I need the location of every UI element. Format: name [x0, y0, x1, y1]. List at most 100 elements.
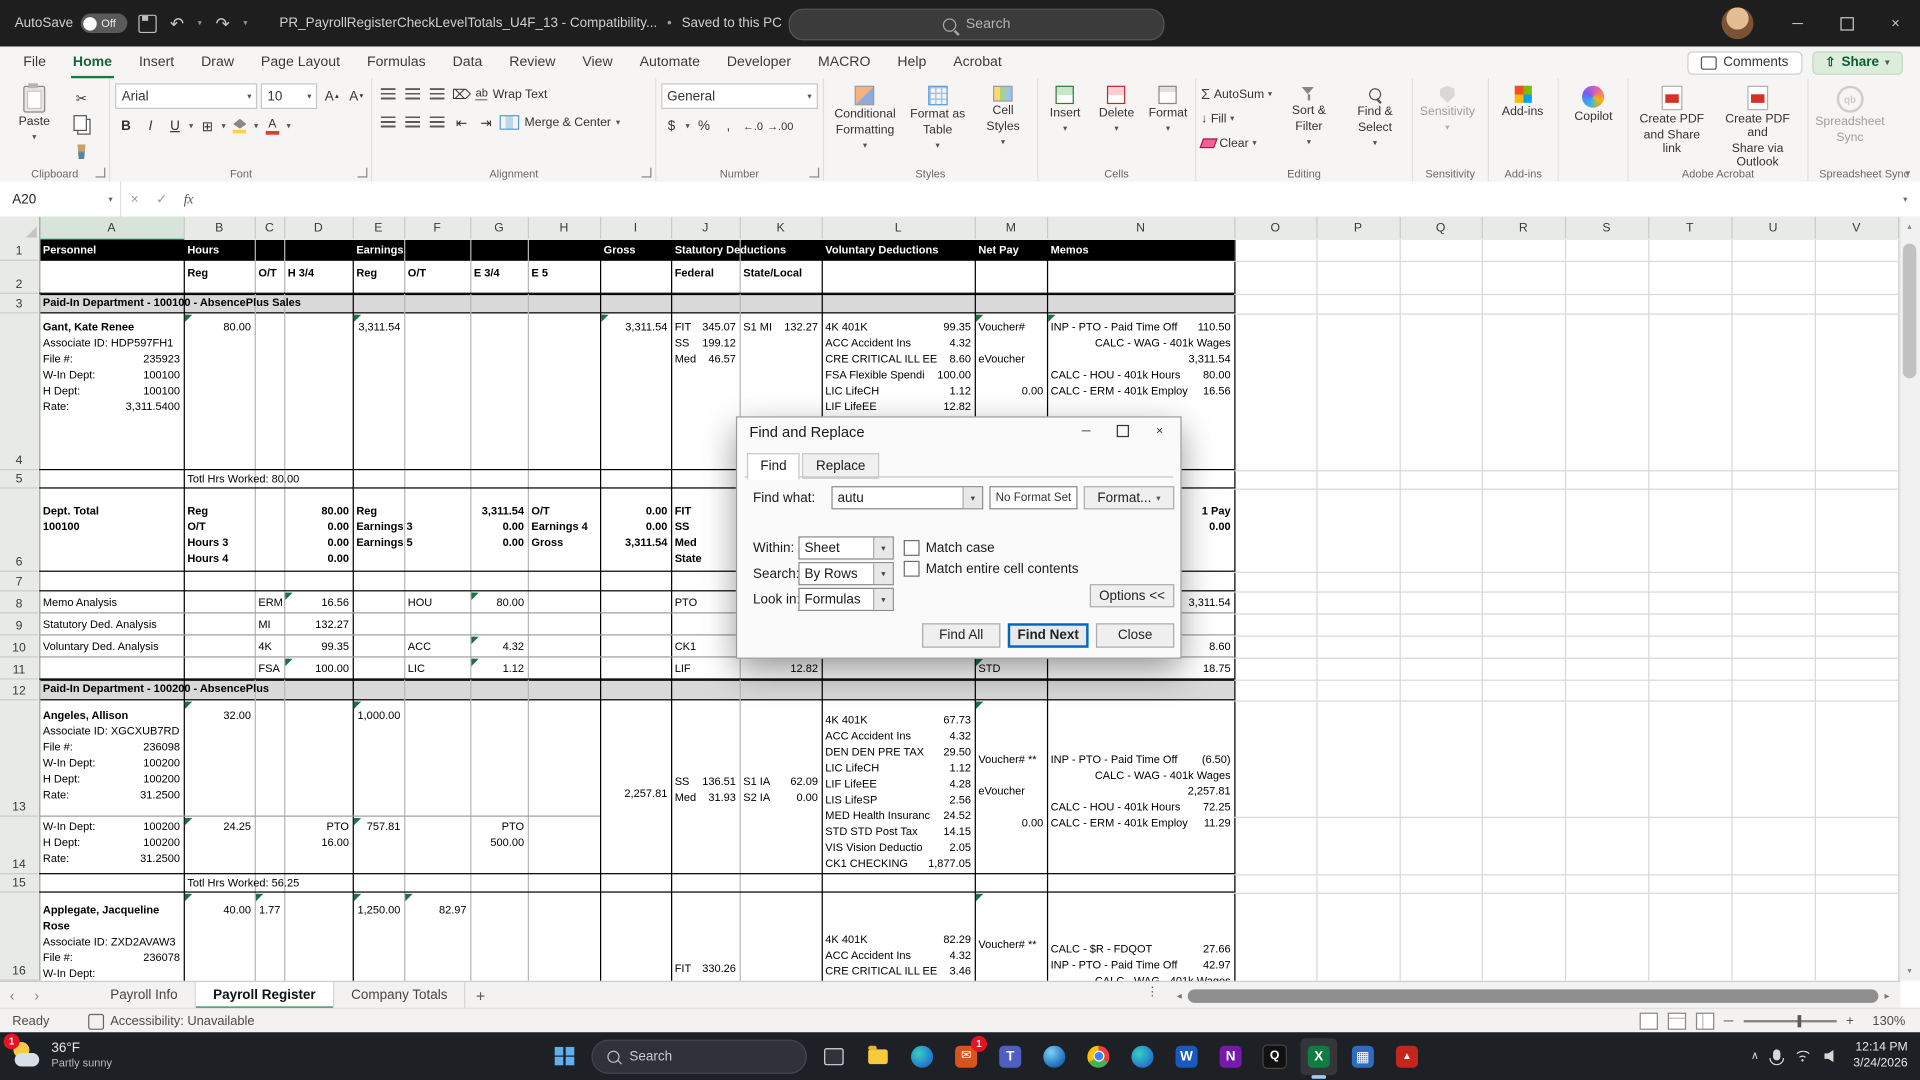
- cell-M11[interactable]: STD: [975, 658, 1047, 680]
- cell-E13[interactable]: 1,000.00: [353, 700, 404, 816]
- onenote-icon[interactable]: N: [1212, 1038, 1249, 1075]
- percent-format-button[interactable]: %: [694, 115, 715, 137]
- cell-M16[interactable]: Voucher# **: [975, 893, 1047, 981]
- row-header-5[interactable]: 5: [0, 470, 38, 488]
- sort-filter-button[interactable]: Sort &Filter▾: [1280, 83, 1339, 149]
- zoom-out-button[interactable]: ─: [1724, 1014, 1734, 1029]
- file-explorer-icon[interactable]: [860, 1038, 897, 1075]
- column-header-H[interactable]: H: [528, 217, 601, 239]
- undo-button[interactable]: ↶: [167, 13, 186, 34]
- cell-L16[interactable]: 4K 401K82.29ACC Accident Ins4.32CRE CRIT…: [822, 893, 975, 981]
- accessibility-status[interactable]: Accessibility: Unavailable: [88, 1013, 254, 1029]
- dialog-minimize-button[interactable]: ─: [1068, 420, 1105, 442]
- cell-N11[interactable]: 18.75: [1047, 658, 1234, 680]
- italic-button[interactable]: I: [140, 115, 161, 137]
- row-header-2[interactable]: 2: [0, 261, 38, 294]
- cell-B14[interactable]: 24.25: [184, 817, 255, 875]
- scroll-right-icon[interactable]: ▸: [1881, 990, 1893, 1001]
- font-dialog-launcher[interactable]: [358, 168, 368, 178]
- sheet-tab-payroll-register[interactable]: Payroll Register: [196, 982, 334, 1009]
- sheet-tab-payroll-info[interactable]: Payroll Info: [93, 982, 196, 1009]
- row-header-9[interactable]: 9: [0, 613, 38, 635]
- match-case-checkbox[interactable]: [904, 540, 920, 556]
- edge-icon[interactable]: [904, 1038, 941, 1075]
- cell-I1[interactable]: Gross: [600, 240, 671, 261]
- cell-C8[interactable]: ERM: [255, 591, 284, 613]
- addins-button[interactable]: Add-ins: [1493, 83, 1552, 119]
- decrease-indent-button[interactable]: ⇤: [451, 111, 472, 133]
- autosave-toggle[interactable]: AutoSave Off: [15, 13, 127, 33]
- ribbon-tab-formulas[interactable]: Formulas: [353, 47, 439, 79]
- cell-K2[interactable]: State/Local: [740, 261, 822, 294]
- cell-G14[interactable]: PTO500.00: [470, 817, 528, 875]
- cell-E4[interactable]: 3,311.54: [353, 313, 404, 470]
- ribbon-tab-macro[interactable]: MACRO: [805, 47, 884, 79]
- volume-icon[interactable]: [1824, 1049, 1840, 1062]
- column-header-U[interactable]: U: [1731, 217, 1815, 239]
- row-header-15[interactable]: 15: [0, 874, 38, 892]
- cell-A6[interactable]: Dept. Total100100: [39, 489, 183, 572]
- ribbon-tab-developer[interactable]: Developer: [713, 47, 804, 79]
- search-select[interactable]: By Rows▾: [798, 562, 894, 585]
- comma-format-button[interactable]: ,: [718, 115, 739, 137]
- fill-button[interactable]: ↓Fill▾: [1201, 109, 1272, 129]
- collapse-ribbon-icon[interactable]: ▾: [1905, 168, 1910, 179]
- cell-L13[interactable]: 4K 401K67.73ACC Accident Ins4.32DEN DEN …: [822, 700, 975, 871]
- format-as-table-button[interactable]: Format asTable▾: [909, 83, 967, 153]
- share-button[interactable]: ⇧Share▾: [1812, 51, 1903, 74]
- cell-J6[interactable]: FITSSMedState: [671, 489, 740, 572]
- select-all-corner[interactable]: [0, 217, 40, 241]
- row-header-13[interactable]: 13: [0, 700, 38, 816]
- cell-F16[interactable]: 82.97: [404, 893, 470, 981]
- cell-G2[interactable]: E 3/4: [470, 261, 528, 294]
- find-next-button[interactable]: Find Next: [1008, 623, 1089, 647]
- cell-C11[interactable]: FSA: [255, 658, 284, 680]
- hidden-icons-chevron-icon[interactable]: ∧: [1751, 1049, 1759, 1062]
- teams-icon[interactable]: T: [992, 1038, 1029, 1075]
- close-dialog-button[interactable]: Close: [1096, 623, 1174, 647]
- autosum-button[interactable]: ΣAutoSum▾: [1201, 84, 1272, 104]
- conditional-formatting-button[interactable]: ConditionalFormatting▾: [829, 83, 902, 153]
- delete-cells-button[interactable]: Delete▾: [1095, 83, 1139, 136]
- cell-B13[interactable]: 32.00: [184, 700, 255, 816]
- increase-font-button[interactable]: A▴: [321, 85, 342, 107]
- cell-F2[interactable]: O/T: [404, 261, 470, 294]
- zoom-percentage[interactable]: 130%: [1864, 1014, 1906, 1029]
- column-header-P[interactable]: P: [1316, 217, 1400, 239]
- cell-L1[interactable]: Voluntary Deductions: [822, 240, 975, 261]
- clear-button[interactable]: Clear▾: [1201, 133, 1272, 153]
- alignment-dialog-launcher[interactable]: [641, 168, 651, 178]
- cell-D2[interactable]: H 3/4: [284, 261, 353, 294]
- edge-icon-2[interactable]: [1124, 1038, 1161, 1075]
- cell-C2[interactable]: O/T: [255, 261, 284, 294]
- ribbon-tab-data[interactable]: Data: [439, 47, 496, 79]
- number-dialog-launcher[interactable]: [809, 168, 819, 178]
- ribbon-tab-home[interactable]: Home: [59, 47, 125, 79]
- cell-M13[interactable]: Voucher# ** eVoucher 0.00: [975, 700, 1047, 831]
- dialog-close-button[interactable]: ×: [1141, 420, 1178, 442]
- align-bottom-button[interactable]: [427, 83, 448, 105]
- accounting-format-button[interactable]: $: [661, 115, 682, 137]
- paste-button[interactable]: Paste▾: [5, 83, 64, 144]
- scroll-left-icon[interactable]: ◂: [1173, 990, 1185, 1001]
- grid-app-icon[interactable]: ▦: [1344, 1038, 1381, 1075]
- cell-A9[interactable]: Statutory Ded. Analysis: [39, 613, 255, 635]
- orientation-button[interactable]: ⌦: [451, 83, 472, 105]
- cell-D10[interactable]: 99.35: [284, 636, 353, 658]
- start-button[interactable]: [546, 1038, 583, 1075]
- vertical-scrollbar[interactable]: ▴ ▾: [1899, 217, 1920, 981]
- column-header-D[interactable]: D: [284, 217, 354, 239]
- cell-A10[interactable]: Voluntary Ded. Analysis: [39, 636, 255, 658]
- font-name-select[interactable]: Arial▾: [116, 83, 258, 109]
- insert-function-icon[interactable]: fx: [175, 192, 202, 207]
- redo-button[interactable]: ↷: [213, 13, 232, 34]
- ribbon-tab-page-layout[interactable]: Page Layout: [247, 47, 353, 79]
- zoom-slider-thumb[interactable]: [1797, 1015, 1801, 1027]
- undo-dropdown-icon[interactable]: ▾: [198, 18, 202, 28]
- column-header-S[interactable]: S: [1565, 217, 1649, 239]
- align-left-button[interactable]: [378, 111, 399, 133]
- find-all-button[interactable]: Find All: [922, 623, 1000, 647]
- cell-E1[interactable]: Earnings: [353, 240, 600, 261]
- cell-B5[interactable]: Totl Hrs Worked: 80.00: [184, 470, 353, 488]
- column-header-G[interactable]: G: [470, 217, 529, 239]
